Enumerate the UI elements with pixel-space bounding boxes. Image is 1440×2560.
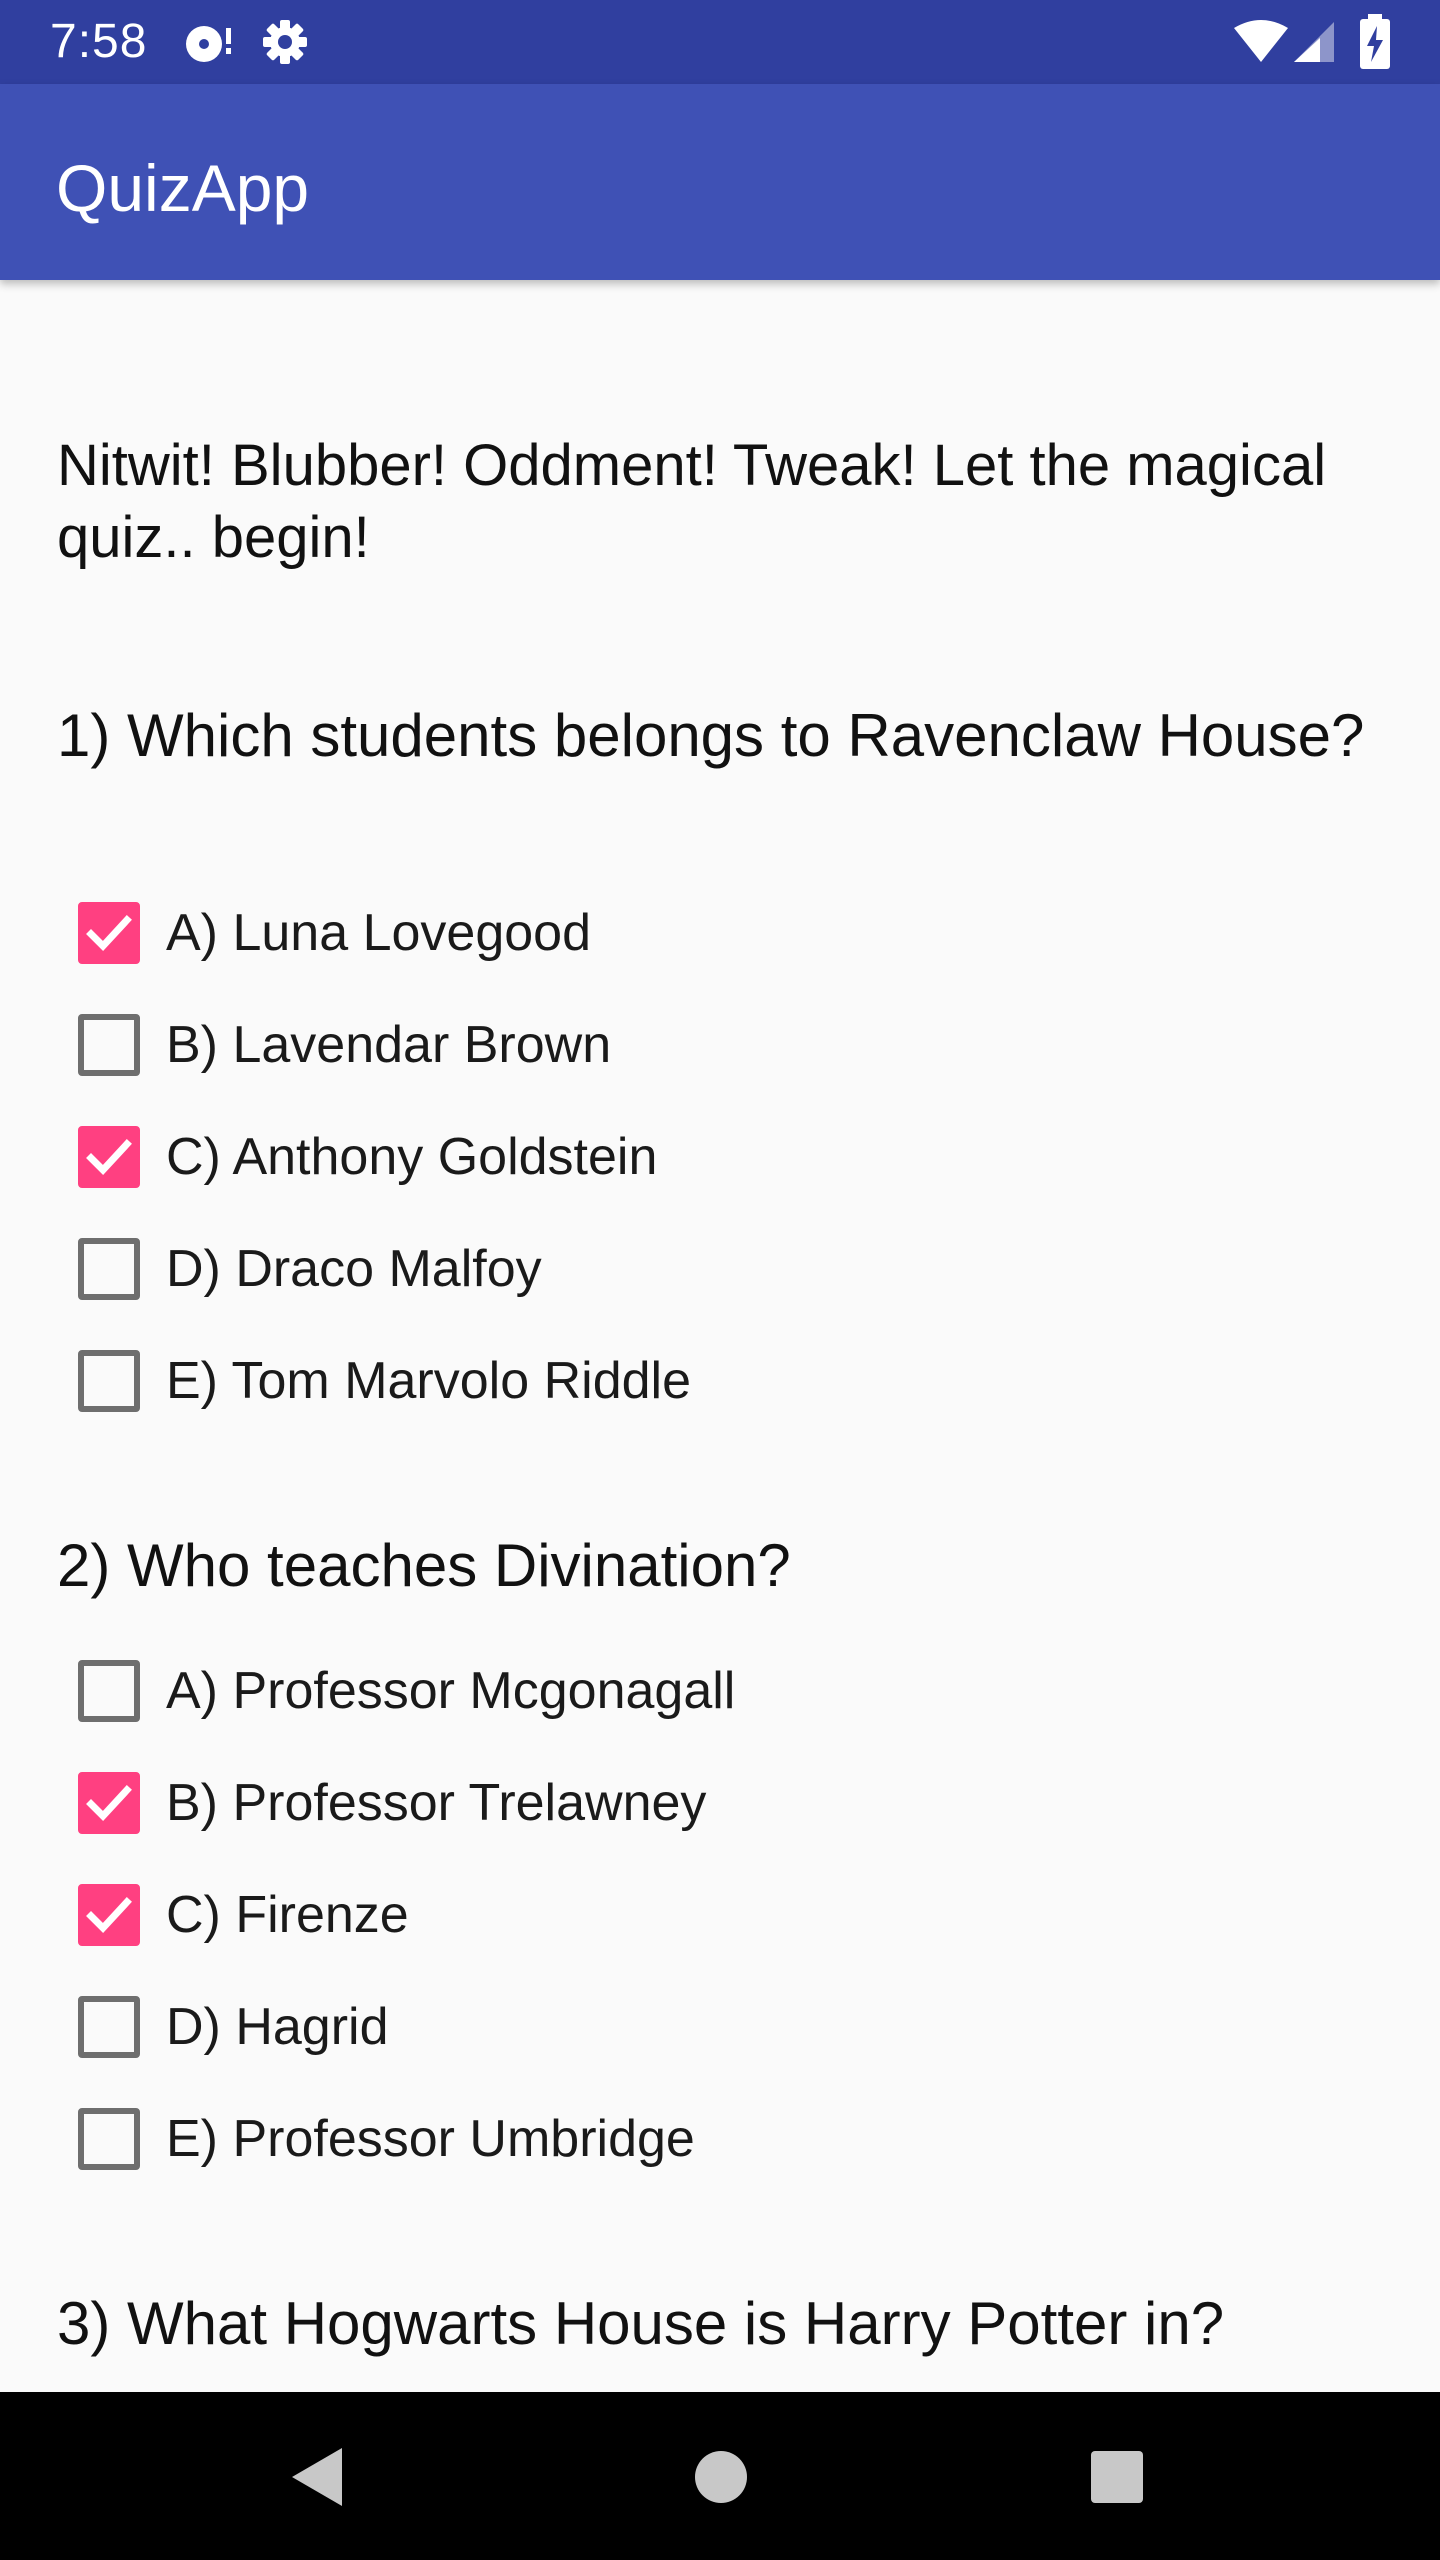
checkbox[interactable] xyxy=(78,1660,140,1722)
navigation-bar xyxy=(0,2392,1440,2560)
option-label: E) Professor Umbridge xyxy=(166,2110,695,2168)
checkmark-icon xyxy=(86,1897,132,1934)
checkbox[interactable] xyxy=(78,2108,140,2170)
recents-icon[interactable] xyxy=(1082,2442,1152,2512)
option-label: B) Professor Trelawney xyxy=(166,1774,707,1832)
status-bar: 7:58 xyxy=(0,0,1440,84)
intro-text: Nitwit! Blubber! Oddment! Tweak! Let the… xyxy=(57,433,1327,570)
checkmark-icon xyxy=(86,915,132,952)
question-2: 2) Who teaches Divination? xyxy=(57,1532,791,1599)
option-label: D) Hagrid xyxy=(166,1998,389,2056)
q2-option-b[interactable]: B) Professor Trelawney xyxy=(78,1758,706,1848)
checkmark-icon xyxy=(86,1139,132,1176)
option-label: A) Professor Mcgonagall xyxy=(166,1662,736,1720)
wifi-icon xyxy=(1232,18,1290,66)
checkbox[interactable] xyxy=(78,1996,140,2058)
option-label: D) Draco Malfoy xyxy=(166,1240,542,1298)
status-time: 7:58 xyxy=(50,15,148,68)
q1-option-a[interactable]: A) Luna Lovegood xyxy=(78,888,591,978)
battery-charging-icon xyxy=(1358,14,1392,70)
media-playback-icon xyxy=(182,18,236,66)
checkbox[interactable] xyxy=(78,1772,140,1834)
option-label: B) Lavendar Brown xyxy=(166,1016,612,1074)
q1-option-e[interactable]: E) Tom Marvolo Riddle xyxy=(78,1336,691,1426)
q2-option-d[interactable]: D) Hagrid xyxy=(78,1982,389,2072)
option-label: A) Luna Lovegood xyxy=(166,904,592,962)
back-icon[interactable] xyxy=(282,2442,352,2512)
checkbox[interactable] xyxy=(78,1014,140,1076)
q2-option-e[interactable]: E) Professor Umbridge xyxy=(78,2094,695,2184)
checkbox[interactable] xyxy=(78,1126,140,1188)
app-bar: QuizApp xyxy=(0,84,1440,280)
option-label: C) Anthony Goldstein xyxy=(166,1128,658,1186)
quiz-content[interactable]: Nitwit! Blubber! Oddment! Tweak! Let the… xyxy=(0,280,1440,2392)
q2-option-c[interactable]: C) Firenze xyxy=(78,1870,409,1960)
question-3: 3) What Hogwarts House is Harry Potter i… xyxy=(57,2290,1225,2357)
question-1: 1) Which students belongs to Ravenclaw H… xyxy=(57,702,1365,769)
checkbox[interactable] xyxy=(78,902,140,964)
checkbox[interactable] xyxy=(78,1884,140,1946)
checkmark-icon xyxy=(86,1785,132,1822)
q2-option-a[interactable]: A) Professor Mcgonagall xyxy=(78,1646,735,1736)
checkbox[interactable] xyxy=(78,1350,140,1412)
q1-option-b[interactable]: B) Lavendar Brown xyxy=(78,1000,611,1090)
cell-signal-icon xyxy=(1292,18,1338,66)
settings-gear-icon xyxy=(258,18,312,66)
q1-option-d[interactable]: D) Draco Malfoy xyxy=(78,1224,542,1314)
home-icon[interactable] xyxy=(686,2442,756,2512)
option-label: E) Tom Marvolo Riddle xyxy=(166,1352,692,1410)
app-title: QuizApp xyxy=(56,151,310,225)
q1-option-c[interactable]: C) Anthony Goldstein xyxy=(78,1112,657,1202)
option-label: C) Firenze xyxy=(166,1886,409,1944)
checkbox[interactable] xyxy=(78,1238,140,1300)
